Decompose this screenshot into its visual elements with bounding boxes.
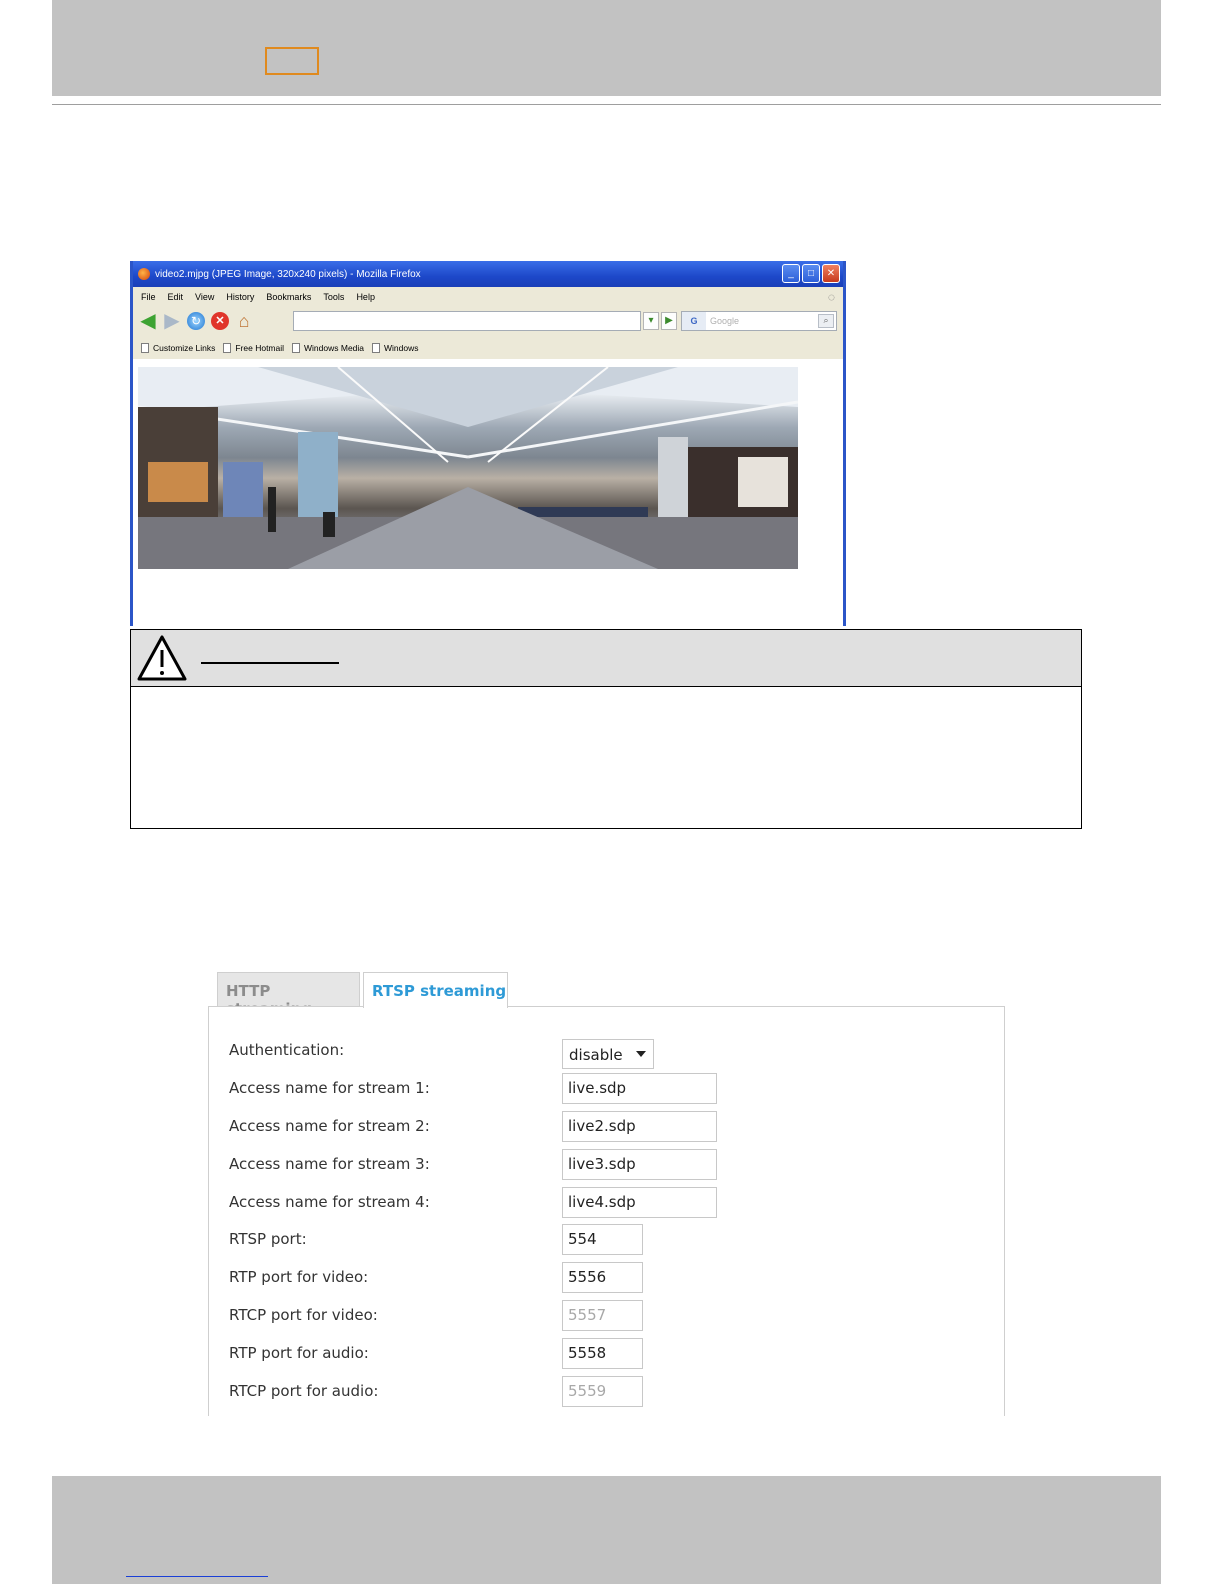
bookmark-item[interactable]: Customize Links xyxy=(141,343,215,353)
bookmark-item[interactable]: Windows Media xyxy=(292,343,364,353)
page-icon xyxy=(372,343,381,353)
stream4-access-name-input[interactable]: live4.sdp xyxy=(562,1187,717,1218)
airport-terminal-photo xyxy=(138,367,798,569)
firefox-navbar: ◀ ▶ ↻ ✕ ⌂ ▾ ▶ G Google ⌕ xyxy=(133,307,843,335)
url-dropdown-icon[interactable]: ▾ xyxy=(643,312,659,330)
bookmark-label: Windows xyxy=(384,343,419,353)
bookmark-item[interactable]: Windows xyxy=(372,343,419,353)
firefox-icon xyxy=(138,268,150,280)
forward-arrow-icon[interactable]: ▶ xyxy=(163,311,181,331)
stream2-label: Access name for stream 2: xyxy=(229,1117,430,1135)
menu-tools[interactable]: Tools xyxy=(323,292,344,302)
header-divider xyxy=(52,104,1161,105)
firefox-menubar: File Edit View History Bookmarks Tools H… xyxy=(133,288,843,306)
page-icon xyxy=(292,343,301,353)
rtp-video-port-input[interactable]: 5556 xyxy=(562,1262,643,1293)
menu-view[interactable]: View xyxy=(195,292,214,302)
menu-edit[interactable]: Edit xyxy=(168,292,184,302)
rtp-audio-port-input[interactable]: 5558 xyxy=(562,1338,643,1369)
go-arrow-icon[interactable]: ▶ xyxy=(661,312,677,330)
stream1-label: Access name for stream 1: xyxy=(229,1079,430,1097)
rtsp-port-input[interactable]: 554 xyxy=(562,1224,643,1255)
bookmark-item[interactable]: Free Hotmail xyxy=(223,343,284,353)
window-title: video2.mjpg (JPEG Image, 320x240 pixels)… xyxy=(155,268,421,280)
caution-title-underline xyxy=(201,644,339,664)
url-input[interactable] xyxy=(293,311,641,331)
chevron-down-icon xyxy=(636,1051,646,1057)
rtp-audio-port-label: RTP port for audio: xyxy=(229,1344,369,1362)
back-arrow-icon[interactable]: ◀ xyxy=(139,311,157,331)
rtcp-video-port-input: 5557 xyxy=(562,1300,643,1331)
search-input[interactable]: G Google ⌕ xyxy=(681,311,837,331)
page-header-band xyxy=(52,0,1161,96)
firefox-window-screenshot: video2.mjpg (JPEG Image, 320x240 pixels)… xyxy=(130,261,846,626)
bookmark-label: Windows Media xyxy=(304,343,365,353)
bookmark-label: Free Hotmail xyxy=(235,343,285,353)
minimize-icon[interactable]: _ xyxy=(782,264,800,283)
rtcp-audio-port-label: RTCP port for audio: xyxy=(229,1382,379,1400)
rtcp-video-port-label: RTCP port for video: xyxy=(229,1306,378,1324)
caution-header xyxy=(130,629,1082,687)
authentication-select[interactable]: disable xyxy=(562,1039,654,1069)
stream2-access-name-input[interactable]: live2.sdp xyxy=(562,1111,717,1142)
menu-help[interactable]: Help xyxy=(356,292,375,302)
stream1-access-name-input[interactable]: live.sdp xyxy=(562,1073,717,1104)
menu-history[interactable]: History xyxy=(226,292,254,302)
maximize-icon[interactable]: □ xyxy=(802,264,820,283)
firefox-titlebar: video2.mjpg (JPEG Image, 320x240 pixels)… xyxy=(133,261,843,287)
bookmark-label: Customize Links xyxy=(153,343,216,353)
tab-http-streaming[interactable]: HTTP streaming xyxy=(217,972,360,1018)
panoramic-camera-image xyxy=(138,367,798,569)
home-icon[interactable]: ⌂ xyxy=(235,312,253,330)
close-icon[interactable]: ✕ xyxy=(822,264,840,283)
reload-icon[interactable]: ↻ xyxy=(187,312,205,330)
stop-icon[interactable]: ✕ xyxy=(211,312,229,330)
authentication-value: disable xyxy=(569,1046,623,1064)
menu-bookmarks[interactable]: Bookmarks xyxy=(266,292,311,302)
bookmarks-toolbar: Customize Links Free Hotmail Windows Med… xyxy=(133,339,843,357)
throbber-icon: ◌ xyxy=(827,290,835,304)
footer-link-underline[interactable] xyxy=(126,1565,268,1577)
stream3-access-name-input[interactable]: live3.sdp xyxy=(562,1149,717,1180)
rtcp-audio-port-input: 5559 xyxy=(562,1376,643,1407)
url-highlight-box xyxy=(265,47,319,75)
authentication-label: Authentication: xyxy=(229,1041,345,1059)
caution-body xyxy=(130,686,1082,829)
menu-file[interactable]: File xyxy=(141,292,156,302)
page-icon xyxy=(223,343,232,353)
search-placeholder: Google xyxy=(710,316,740,326)
page-icon xyxy=(141,343,149,353)
warning-triangle-icon xyxy=(137,635,187,681)
browser-content-area xyxy=(133,359,843,626)
magnifier-icon[interactable]: ⌕ xyxy=(818,314,834,328)
stream4-label: Access name for stream 4: xyxy=(229,1193,430,1211)
search-engine-icon[interactable]: G xyxy=(682,312,706,330)
url-go-controls: ▾ ▶ xyxy=(643,312,677,330)
window-controls: _ □ ✕ xyxy=(782,264,840,283)
rtsp-port-label: RTSP port: xyxy=(229,1230,307,1248)
tab-rtsp-streaming[interactable]: RTSP streaming xyxy=(363,972,508,1008)
stream3-label: Access name for stream 3: xyxy=(229,1155,430,1173)
rtp-video-port-label: RTP port for video: xyxy=(229,1268,369,1286)
